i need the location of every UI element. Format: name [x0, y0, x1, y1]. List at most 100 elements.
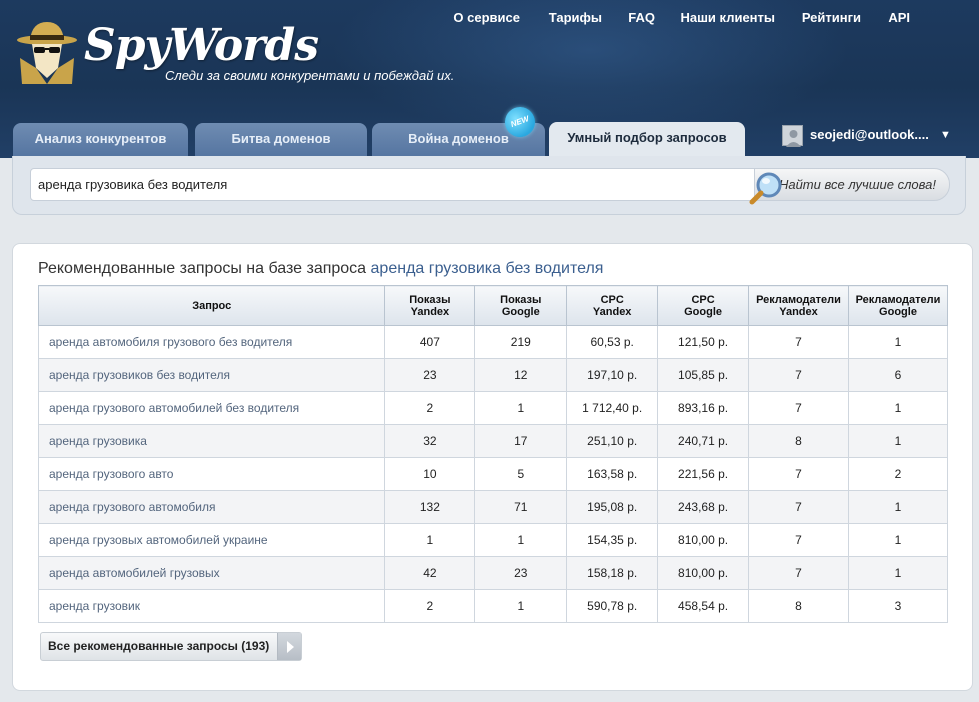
table-cell: 1 [474, 523, 568, 557]
table-cell: 6 [847, 358, 949, 392]
table-cell: 3 [847, 589, 949, 623]
table-cell: 105,85 р. [657, 358, 750, 392]
table-cell: 23 [474, 556, 568, 590]
table-cell: 251,10 р. [566, 424, 659, 458]
table-cell: 121,50 р. [657, 325, 750, 359]
table-cell: 1 [847, 391, 949, 425]
column-header[interactable]: Рекламодатели Google [847, 285, 949, 326]
title-query[interactable]: аренда грузовика без водителя [371, 260, 604, 277]
table-cell: 195,08 р. [566, 490, 659, 524]
table-row: аренда грузовых автомобилей украине 1 1 154… [37, 523, 949, 557]
table-cell: 5 [474, 457, 568, 491]
table-cell: 197,10 р. [566, 358, 659, 392]
query-link[interactable]: аренда грузового автомобилей без водител… [37, 391, 386, 425]
table-cell: 17 [474, 424, 568, 458]
results-panel: Рекомендованные запросы на базе запроса … [12, 243, 973, 691]
column-header[interactable]: Показы Yandex [384, 285, 476, 326]
column-header[interactable]: CPC Google [657, 285, 750, 326]
table-row: аренда грузовик 2 1 590,78 р. 458,54 р. 8 3 [37, 589, 949, 623]
table-cell: 1 [847, 556, 949, 590]
table-cell: 71 [474, 490, 568, 524]
table-row: аренда грузовиков без водителя 23 12 197,10… [37, 358, 949, 392]
table-cell: 42 [384, 556, 476, 590]
user-silhouette-icon [786, 130, 801, 147]
column-header[interactable]: Показы Google [474, 285, 568, 326]
search-button-label: Найти все лучшие слова! [778, 177, 936, 192]
table-cell: 2 [384, 589, 476, 623]
table-cell: 1 [474, 589, 568, 623]
search-button[interactable]: Найти все лучшие слова! [749, 168, 950, 205]
nav-ratings[interactable]: Рейтинги [802, 10, 861, 25]
table-cell: 1 [847, 424, 949, 458]
table-row: аренда автомобиля грузового без водителя… [37, 325, 949, 359]
table-row: аренда грузовика 32 17 251,10 р. 240,71 р. 8 1 [37, 424, 949, 458]
table-cell: 7 [748, 358, 849, 392]
page-title: Рекомендованные запросы на базе запроса … [38, 260, 603, 278]
column-header[interactable]: CPC Yandex [566, 285, 659, 326]
table-cell: 154,35 р. [566, 523, 659, 557]
table-cell: 10 [384, 457, 476, 491]
table-cell: 7 [748, 490, 849, 524]
table-cell: 1 [384, 523, 476, 557]
table-cell: 132 [384, 490, 476, 524]
nav-faq[interactable]: FAQ [628, 10, 655, 25]
user-email[interactable]: seojedi@outlook.... [810, 127, 929, 142]
table-cell: 590,78 р. [566, 589, 659, 623]
query-link[interactable]: аренда грузовик [37, 589, 386, 623]
table-cell: 163,58 р. [566, 457, 659, 491]
table-cell: 810,00 р. [657, 523, 750, 557]
table-cell: 407 [384, 325, 476, 359]
nav-api[interactable]: API [888, 10, 910, 25]
arrow-right-icon [277, 633, 301, 660]
query-link[interactable]: аренда автомобиля грузового без водителя [37, 325, 386, 359]
title-prefix: Рекомендованные запросы на базе запроса [38, 260, 367, 277]
table-header-row: Запрос Показы Yandex Показы Google CPC Yand… [37, 285, 949, 326]
table-cell: 1 [847, 490, 949, 524]
table-cell: 1 [847, 523, 949, 557]
column-header[interactable]: Рекламодатели Yandex [748, 285, 849, 326]
nav-clients[interactable]: Наши клиенты [680, 10, 775, 25]
table-cell: 7 [748, 457, 849, 491]
nav-pricing[interactable]: Тарифы [549, 10, 602, 25]
chevron-down-icon[interactable]: ▼ [940, 129, 951, 141]
table-cell: 32 [384, 424, 476, 458]
table-cell: 2 [847, 457, 949, 491]
tab-competitor-analysis[interactable]: Анализ конкурентов [13, 123, 188, 158]
table-row: аренда грузового авто 10 5 163,58 р. 221,56 … [37, 457, 949, 491]
tab-domain-battle[interactable]: Битва доменов [195, 123, 367, 158]
brand-logo-text[interactable]: SpyWords [84, 20, 319, 71]
table-cell: 810,00 р. [657, 556, 750, 590]
query-link[interactable]: аренда грузовиков без водителя [37, 358, 386, 392]
table-row: аренда автомобилей грузовых 42 23 158,18 р.… [37, 556, 949, 590]
all-recommended-queries-button[interactable]: Все рекомендованные запросы (193) [40, 632, 302, 661]
table-cell: 893,16 р. [657, 391, 750, 425]
all-button-label: Все рекомендованные запросы (193) [48, 639, 270, 653]
query-link[interactable]: аренда грузовых автомобилей украине [37, 523, 386, 557]
query-link[interactable]: аренда автомобилей грузовых [37, 556, 386, 590]
table-cell: 8 [748, 589, 849, 623]
table-cell: 458,54 р. [657, 589, 750, 623]
table-cell: 158,18 р. [566, 556, 659, 590]
spy-logo-icon[interactable] [16, 18, 78, 84]
table-cell: 7 [748, 325, 849, 359]
table-cell: 243,68 р. [657, 490, 750, 524]
table-cell: 8 [748, 424, 849, 458]
table-cell: 1 [474, 391, 568, 425]
table-row: аренда грузового автомобиля 132 71 195,08 р… [37, 490, 949, 524]
search-input[interactable] [30, 168, 755, 201]
tab-smart-query-selection[interactable]: Умный подбор запросов [549, 122, 745, 158]
column-header[interactable]: Запрос [37, 285, 386, 326]
query-link[interactable]: аренда грузовика [37, 424, 386, 458]
table-cell: 221,56 р. [657, 457, 750, 491]
table-cell: 7 [748, 523, 849, 557]
query-link[interactable]: аренда грузового автомобиля [37, 490, 386, 524]
nav-about[interactable]: О сервисе [453, 10, 520, 25]
table-cell: 7 [748, 391, 849, 425]
table-cell: 12 [474, 358, 568, 392]
magnifier-icon [749, 172, 782, 205]
results-table-body: аренда автомобиля грузового без водителя… [37, 325, 949, 623]
site-header: SpyWords Следи за своими конкурентами и … [0, 0, 979, 158]
query-link[interactable]: аренда грузового авто [37, 457, 386, 491]
table-cell: 240,71 р. [657, 424, 750, 458]
table-cell: 23 [384, 358, 476, 392]
